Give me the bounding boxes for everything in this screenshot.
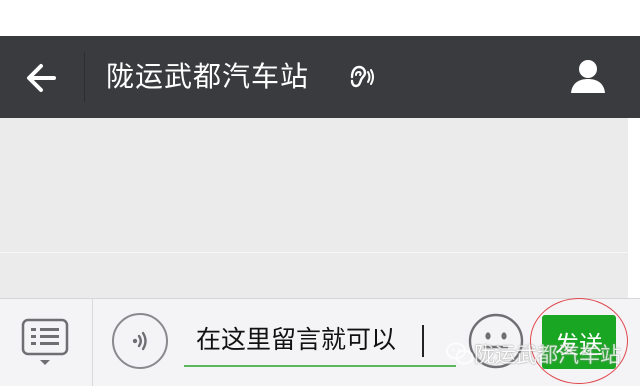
wechat-logo-icon (446, 342, 474, 365)
chat-title: 陇运武都汽车站 (106, 60, 310, 93)
profile-button[interactable] (566, 54, 610, 98)
message-input-value: 在这里留言就可以 (196, 325, 397, 354)
right-edge-strip (628, 118, 640, 298)
top-blank-strip (0, 0, 640, 36)
watermark: 陇运武都汽车站 (446, 340, 621, 368)
voice-icon (132, 331, 147, 351)
keyboard-menu-icon (21, 318, 69, 365)
ear-sound-icon (346, 63, 376, 91)
menu-toggle-button[interactable] (20, 317, 72, 369)
text-caret (422, 325, 424, 357)
wechat-chat-screen: 陇运武都汽车站 在这里留言就可以 发送 陇运武都汽车站 (0, 0, 640, 386)
person-icon (571, 60, 605, 93)
message-input[interactable]: 在这里留言就可以 (184, 313, 456, 367)
watermark-text: 陇运武都汽车站 (474, 343, 621, 367)
voice-button[interactable] (112, 313, 168, 369)
header-divider (84, 52, 85, 102)
chat-header: 陇运武都汽车站 (0, 36, 640, 118)
chat-area-separator (0, 252, 628, 253)
arrow-left-icon (27, 64, 56, 92)
input-bar-divider (92, 299, 93, 386)
back-button[interactable] (18, 56, 64, 100)
message-list-area[interactable] (0, 118, 628, 298)
